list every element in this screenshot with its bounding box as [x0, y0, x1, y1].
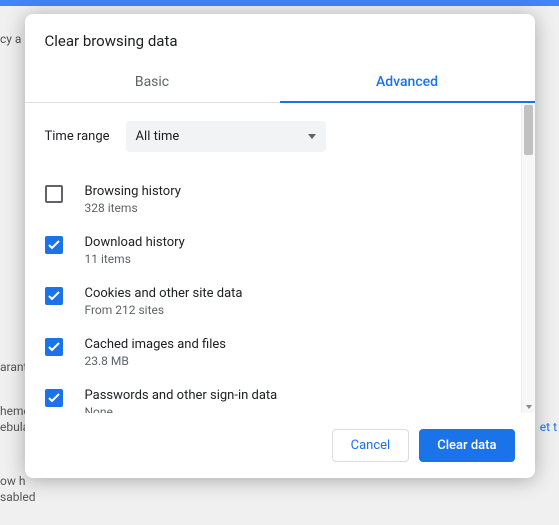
- modal-overlay: Clear browsing data Basic Advanced Time …: [0, 0, 559, 525]
- scrollbar[interactable]: [521, 103, 535, 413]
- cancel-button[interactable]: Cancel: [332, 429, 410, 462]
- item-sub: 23.8 MB: [85, 354, 226, 368]
- tab-advanced[interactable]: Advanced: [280, 62, 535, 102]
- item-body: Download history 11 items: [85, 235, 185, 266]
- item-sub: 328 items: [85, 201, 181, 215]
- item-sub: From 212 sites: [85, 303, 243, 317]
- checkbox-download-history[interactable]: [45, 236, 63, 254]
- time-range-value: All time: [136, 129, 180, 144]
- item-sub: 11 items: [85, 252, 185, 266]
- checkbox-cached-images[interactable]: [45, 338, 63, 356]
- data-type-list: Browsing history 328 items Download hist…: [45, 174, 501, 413]
- scrollbar-thumb[interactable]: [524, 105, 533, 155]
- list-item: Cached images and files 23.8 MB: [45, 327, 501, 378]
- checkbox-passwords[interactable]: [45, 389, 63, 407]
- list-item: Passwords and other sign-in data None: [45, 378, 501, 413]
- item-sub: None: [85, 405, 278, 413]
- list-item: Download history 11 items: [45, 225, 501, 276]
- dialog-body: Time range All time Browsing history 328: [25, 103, 535, 413]
- scroll-content: Time range All time Browsing history 328: [25, 103, 521, 413]
- item-body: Cached images and files 23.8 MB: [85, 337, 226, 368]
- time-range-row: Time range All time: [45, 121, 501, 152]
- item-label: Cached images and files: [85, 337, 226, 352]
- item-label: Passwords and other sign-in data: [85, 388, 278, 403]
- list-item: Browsing history 328 items: [45, 174, 501, 225]
- item-label: Cookies and other site data: [85, 286, 243, 301]
- chevron-down-icon: [308, 134, 316, 139]
- checkbox-browsing-history[interactable]: [45, 185, 63, 203]
- tab-bar: Basic Advanced: [25, 62, 535, 103]
- time-range-label: Time range: [45, 129, 110, 144]
- item-label: Download history: [85, 235, 185, 250]
- checkbox-cookies[interactable]: [45, 287, 63, 305]
- tab-basic[interactable]: Basic: [25, 62, 280, 102]
- clear-data-button[interactable]: Clear data: [419, 429, 514, 462]
- item-body: Passwords and other sign-in data None: [85, 388, 278, 413]
- dialog-title: Clear browsing data: [25, 14, 535, 62]
- scroll-down-icon[interactable]: [526, 405, 532, 409]
- dialog-footer: Cancel Clear data: [25, 413, 535, 478]
- item-body: Browsing history 328 items: [85, 184, 181, 215]
- clear-browsing-data-dialog: Clear browsing data Basic Advanced Time …: [25, 14, 535, 478]
- item-body: Cookies and other site data From 212 sit…: [85, 286, 243, 317]
- list-item: Cookies and other site data From 212 sit…: [45, 276, 501, 327]
- time-range-select[interactable]: All time: [126, 121, 326, 152]
- item-label: Browsing history: [85, 184, 181, 199]
